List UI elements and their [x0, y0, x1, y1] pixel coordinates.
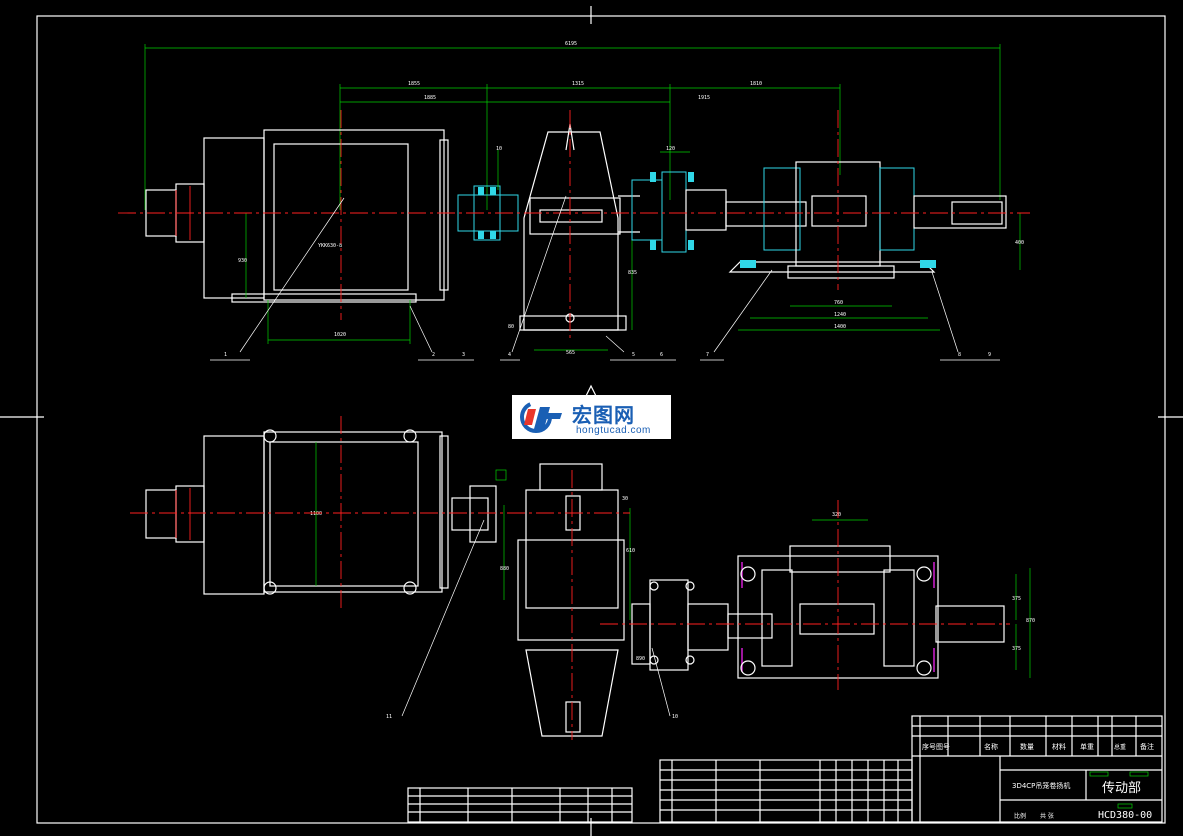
top-view: 6195 1855 1885 1315 1915 1810 YKK630-8 9… — [118, 41, 1030, 397]
col-header-5: 单重 — [1080, 742, 1094, 751]
dim-frame-total: 870 — [1026, 618, 1035, 624]
drum-elevation: 400 760 1240 1400 — [725, 161, 1024, 331]
balloon-9: 9 — [988, 352, 991, 358]
dim-top-3: 1315 — [572, 81, 584, 87]
drawing-title: 传动部 — [1102, 781, 1141, 796]
balloon-8: 8 — [958, 352, 961, 358]
dim-gearbox-height: 835 — [628, 270, 637, 276]
project-name: 3D4CP吊笼卷扬机 — [1012, 781, 1070, 790]
dim-coupling: 120 — [666, 146, 675, 152]
coupling-1: 10 — [457, 146, 519, 241]
col-header-4: 材料 — [1052, 742, 1066, 751]
watermark-name: 宏图网 — [572, 403, 635, 427]
dim-gearbox-foot: 565 — [566, 350, 575, 356]
overall-dimension: 6195 — [144, 41, 1001, 210]
gearbox-plan: 880 610 30 — [500, 463, 635, 737]
dim-motor-width: 1100 — [310, 511, 322, 517]
dim-80: 80 — [508, 324, 514, 330]
dim-pitch: 320 — [832, 512, 841, 518]
dim-890: 890 — [636, 656, 645, 662]
dim-top-2: 1885 — [424, 95, 436, 101]
col-header-7: 备注 — [1140, 742, 1154, 751]
dim-top-1: 1855 — [408, 81, 420, 87]
dim-frame-w-1: 375 — [1012, 596, 1021, 602]
scale-label: 比例 — [1014, 812, 1026, 820]
dim-top-5: 1810 — [750, 81, 762, 87]
bottom-view: 1100 880 610 30 890 320 375 375 870 11 1… — [130, 416, 1035, 740]
drum-plan: 320 375 375 870 — [727, 512, 1035, 679]
secondary-dimensions: 1855 1885 1315 1915 1810 — [339, 81, 841, 210]
balloon-10: 10 — [672, 714, 678, 720]
balloon-6: 6 — [660, 352, 663, 358]
dim-motor-foot: 1020 — [334, 332, 346, 338]
revision-block — [407, 759, 913, 823]
dim-top-4: 1915 — [698, 95, 710, 101]
balloon-11: 11 — [386, 714, 392, 720]
dim-bearing-span-2: 1240 — [834, 312, 846, 318]
dim-gearbox-small: 30 — [622, 496, 628, 502]
balloon-2: 2 — [432, 352, 435, 358]
dim-bearing-span-1: 760 — [834, 300, 843, 306]
balloon-1: 1 — [224, 352, 227, 358]
coupling-2: 120 — [631, 146, 727, 253]
coupling-4: 890 — [631, 579, 729, 671]
motor-elevation: YKK630-8 930 1020 — [145, 129, 449, 344]
dim-frame-w-2: 375 — [1012, 646, 1021, 652]
dim-gearbox-width: 880 — [500, 566, 509, 572]
dim-shaft-h: 10 — [496, 146, 502, 152]
dim-gearbox-offset: 610 — [626, 548, 635, 554]
dim-motor-height: 930 — [238, 258, 247, 264]
title-block: 序号 图号 名称 数量 材料 单重 总重 备注 3D4CP吊笼卷扬机 传动部 H… — [911, 715, 1163, 823]
watermark-logo: 宏图网 hongtucad.com — [512, 395, 671, 439]
motor-plan: 1100 — [145, 429, 449, 595]
col-header-3: 数量 — [1020, 742, 1034, 751]
hongtu-logo-icon — [520, 401, 562, 433]
balloon-5: 5 — [632, 352, 635, 358]
sheet-label: 共 张 — [1040, 812, 1054, 820]
col-header-1: 图号 — [936, 743, 950, 751]
motor-model: YKK630-8 — [318, 243, 342, 249]
col-header-2: 名称 — [984, 742, 998, 751]
gearbox-elevation: 565 835 80 — [508, 123, 640, 356]
balloon-3: 3 — [462, 352, 465, 358]
col-header-0: 序号 — [922, 742, 936, 751]
dim-overall: 6195 — [565, 41, 577, 47]
dim-shaft-height: 400 — [1015, 240, 1024, 246]
balloon-4: 4 — [508, 352, 511, 358]
col-header-6: 总重 — [1114, 743, 1126, 751]
drawing-number: HCD380-00 — [1098, 810, 1152, 821]
watermark-url: hongtucad.com — [576, 425, 651, 436]
balloon-7: 7 — [706, 352, 709, 358]
dim-bearing-span-3: 1400 — [834, 324, 846, 330]
